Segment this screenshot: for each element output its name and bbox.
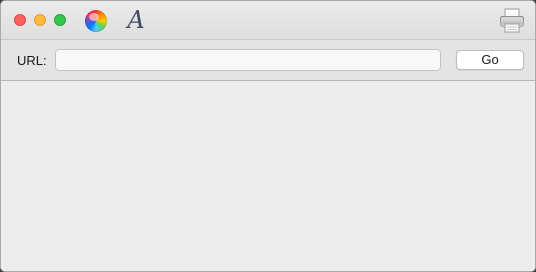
web-content-area[interactable] [1,81,535,271]
go-button[interactable]: Go [456,50,524,70]
print-icon[interactable] [499,8,525,34]
close-button[interactable] [14,14,26,26]
app-window: A URL: Go [0,0,536,272]
minimize-button[interactable] [34,14,46,26]
title-bar: A [1,1,535,40]
url-label: URL: [17,53,47,68]
url-toolbar: URL: Go [1,40,535,81]
font-icon[interactable]: A [125,7,147,33]
color-wheel-icon[interactable] [85,10,107,32]
zoom-button[interactable] [54,14,66,26]
url-input[interactable] [55,49,441,71]
